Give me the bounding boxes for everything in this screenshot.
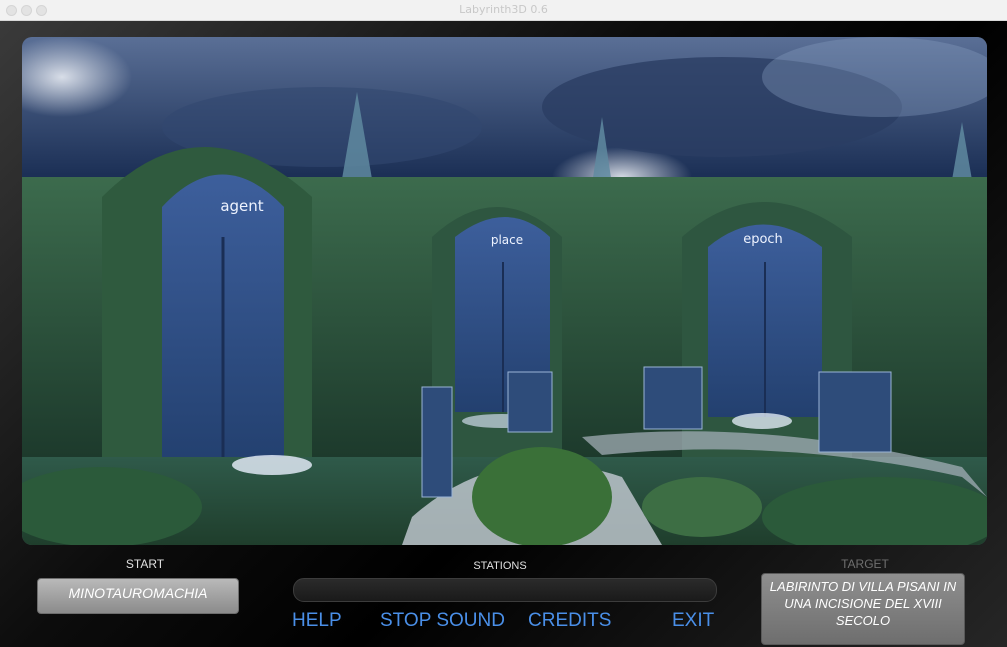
- target-label: TARGET: [841, 557, 889, 571]
- epoch-door[interactable]: epoch: [708, 224, 822, 418]
- credits-button[interactable]: CREDITS: [528, 610, 611, 632]
- window-title: Labyrinth3D 0.6: [459, 3, 548, 16]
- start-field: MINOTAUROMACHIA: [37, 578, 239, 614]
- target-value: LABIRINTO DI VILLA PISANI IN UNA INCISIO…: [769, 579, 957, 628]
- help-button[interactable]: HELP: [292, 610, 342, 632]
- game-viewport[interactable]: agent place epoch: [22, 37, 987, 545]
- stations-label: STATIONS: [473, 560, 527, 572]
- agent-door-label: agent: [220, 197, 263, 215]
- stop-sound-button[interactable]: STOP SOUND: [380, 610, 505, 632]
- window-titlebar: Labyrinth3D 0.6: [0, 0, 1007, 21]
- start-value: MINOTAUROMACHIA: [68, 585, 208, 601]
- place-door-label: place: [491, 233, 523, 247]
- start-label: START: [125, 557, 165, 571]
- target-field: LABIRINTO DI VILLA PISANI IN UNA INCISIO…: [761, 573, 965, 645]
- stations-track: [293, 578, 717, 602]
- epoch-door-label: epoch: [743, 232, 783, 247]
- agent-door[interactable]: agent: [162, 174, 284, 466]
- exit-button[interactable]: EXIT: [672, 610, 714, 632]
